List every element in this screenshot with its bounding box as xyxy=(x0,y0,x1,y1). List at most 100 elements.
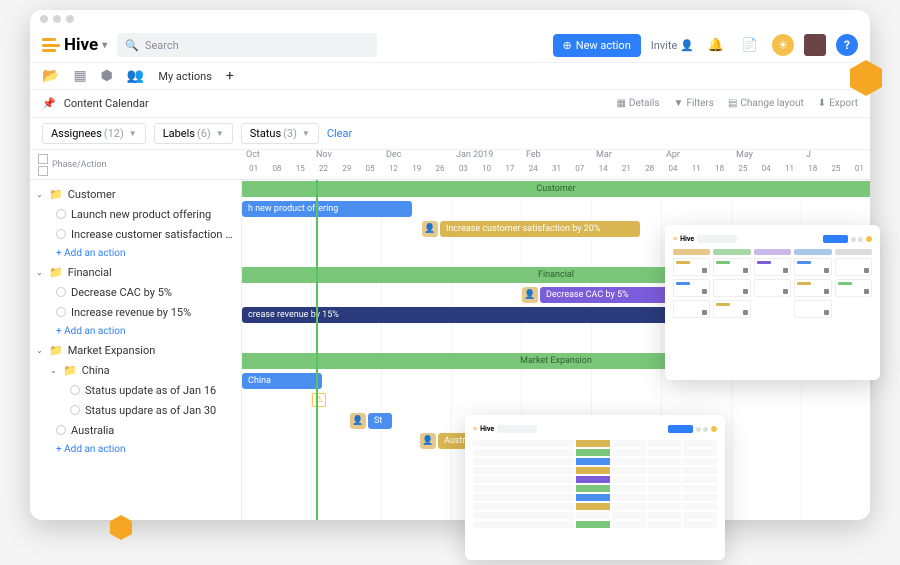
pin-icon[interactable]: 📌 xyxy=(42,97,56,110)
today-marker xyxy=(316,180,318,520)
timeline-header: Phase/Action OctNovDecJan 2019FebMarAprM… xyxy=(30,150,870,180)
sun-icon[interactable]: ☀ xyxy=(772,34,794,56)
doc-icon[interactable]: 📄 xyxy=(738,33,762,57)
add-action-financial[interactable]: + Add an action xyxy=(30,322,241,340)
day-label: 14 xyxy=(591,164,614,178)
month-label: Oct xyxy=(242,150,312,164)
chevron-down-icon: ⌄ xyxy=(36,346,44,355)
circle-icon xyxy=(56,425,66,435)
filter-status[interactable]: Status (3) ▼ xyxy=(241,123,319,144)
bar-status[interactable]: St xyxy=(368,413,392,429)
circle-icon xyxy=(56,287,66,297)
notifications-icon[interactable]: 🔔 xyxy=(704,33,728,57)
group-customer[interactable]: ⌄📁Customer xyxy=(30,184,241,204)
add-action-market[interactable]: + Add an action xyxy=(30,440,241,458)
month-label: Dec xyxy=(382,150,452,164)
clear-filters[interactable]: Clear xyxy=(327,127,352,140)
day-label: 12 xyxy=(382,164,405,178)
assignee-icon[interactable]: 👤 xyxy=(350,413,366,429)
day-label: 25 xyxy=(731,164,754,178)
traffic-light-close[interactable] xyxy=(40,15,48,23)
month-label: Mar xyxy=(592,150,662,164)
assignee-icon[interactable]: 👤 xyxy=(422,221,438,237)
task-row[interactable]: Decrease CAC by 5% xyxy=(30,282,241,302)
help-icon[interactable]: ? xyxy=(836,34,858,56)
search-input[interactable]: 🔍 Search xyxy=(117,33,377,57)
month-label: Jan 2019 xyxy=(452,150,522,164)
topbar: Hive ▾ 🔍 Search ⊕ New action Invite 👤 🔔 … xyxy=(30,28,870,62)
collapse-all-icon[interactable] xyxy=(38,166,48,176)
task-row[interactable]: Australia xyxy=(30,420,241,440)
filter-assignees[interactable]: Assignees (12) ▼ xyxy=(42,123,146,144)
task-row[interactable]: Status updare as of Jan 30 xyxy=(30,400,241,420)
day-label: 01 xyxy=(242,164,265,178)
circle-icon xyxy=(70,405,80,415)
phase-column-header: Phase/Action xyxy=(30,150,242,179)
chevron-down-icon: ▼ xyxy=(216,129,224,138)
new-action-button[interactable]: ⊕ New action xyxy=(553,34,641,57)
bar-china[interactable]: China xyxy=(242,373,322,389)
calendar-num-icon[interactable]: ▦ xyxy=(73,68,86,84)
month-label: Feb xyxy=(522,150,592,164)
filter-labels[interactable]: Labels (6) ▼ xyxy=(154,123,233,144)
project-bar: 📌 Content Calendar ▦ Details ▼ Filters ▤… xyxy=(30,90,870,118)
circle-icon xyxy=(56,209,66,219)
day-label: 24 xyxy=(522,164,545,178)
folder-open-icon[interactable]: 📂 xyxy=(42,68,59,84)
day-label: 28 xyxy=(638,164,661,178)
invite-button[interactable]: Invite 👤 xyxy=(651,39,694,52)
chevron-down-icon: ⌄ xyxy=(36,268,44,277)
project-title: Content Calendar xyxy=(64,97,149,110)
add-action-customer[interactable]: + Add an action xyxy=(30,244,241,262)
task-row[interactable]: Increase customer satisfaction by 20% xyxy=(30,224,241,244)
circle-icon xyxy=(70,385,80,395)
export-button[interactable]: ⬇ Export xyxy=(818,98,858,109)
assignee-icon[interactable]: 👤 xyxy=(522,287,538,303)
phase-label: Phase/Action xyxy=(52,160,106,170)
day-label: 19 xyxy=(405,164,428,178)
invite-label: Invite xyxy=(651,39,678,52)
task-row[interactable]: Increase revenue by 15% xyxy=(30,302,241,322)
window-titlebar xyxy=(30,10,870,28)
alert-icon[interactable]: ⚠ xyxy=(312,393,326,407)
change-layout-button[interactable]: ▤ Change layout xyxy=(728,98,804,109)
bar-decrease-cac[interactable]: Decrease CAC by 5% xyxy=(540,287,670,303)
circle-icon xyxy=(56,307,66,317)
brand-name: Hive xyxy=(64,35,98,55)
badge-icon[interactable]: ⬢ xyxy=(101,68,113,84)
filters-button[interactable]: ▼ Filters xyxy=(674,98,714,109)
day-label: 11 xyxy=(685,164,708,178)
day-label: 07 xyxy=(568,164,591,178)
avatar[interactable] xyxy=(804,34,826,56)
task-row[interactable]: Status update as of Jan 16 xyxy=(30,380,241,400)
day-label: 04 xyxy=(755,164,778,178)
traffic-light-min[interactable] xyxy=(53,15,61,23)
day-label: 08 xyxy=(265,164,288,178)
tab-my-actions[interactable]: My actions xyxy=(158,70,212,83)
people-icon[interactable]: 👥 xyxy=(127,68,144,84)
brand[interactable]: Hive ▾ xyxy=(42,35,107,55)
chevron-down-icon: ⌄ xyxy=(50,366,58,375)
bar-launch-product[interactable]: h new product offering xyxy=(242,201,412,217)
add-tab-icon[interactable]: + xyxy=(226,68,234,84)
expand-all-icon[interactable] xyxy=(38,154,48,164)
section-customer[interactable]: Customer xyxy=(242,181,870,197)
chevron-down-icon: ⌄ xyxy=(36,190,44,199)
day-label: 22 xyxy=(312,164,335,178)
assignee-icon[interactable]: 👤 xyxy=(420,433,436,449)
group-market[interactable]: ⌄📁Market Expansion xyxy=(30,340,241,360)
traffic-light-max[interactable] xyxy=(66,15,74,23)
day-label: 25 xyxy=(824,164,847,178)
month-label: Apr xyxy=(662,150,732,164)
day-label: 05 xyxy=(358,164,381,178)
details-button[interactable]: ▦ Details xyxy=(616,98,659,109)
group-china[interactable]: ⌄📁China xyxy=(30,360,241,380)
bar-increase-satisfaction[interactable]: Increase customer satisfaction by 20% xyxy=(440,221,640,237)
day-label: 26 xyxy=(428,164,451,178)
group-financial[interactable]: ⌄📁Financial xyxy=(30,262,241,282)
day-label: 01 xyxy=(848,164,870,178)
month-label: May xyxy=(732,150,802,164)
task-row[interactable]: Launch new product offering xyxy=(30,204,241,224)
brand-caret-icon: ▾ xyxy=(102,40,107,51)
thumbnail-kanban: ≡Hive xyxy=(665,225,880,380)
